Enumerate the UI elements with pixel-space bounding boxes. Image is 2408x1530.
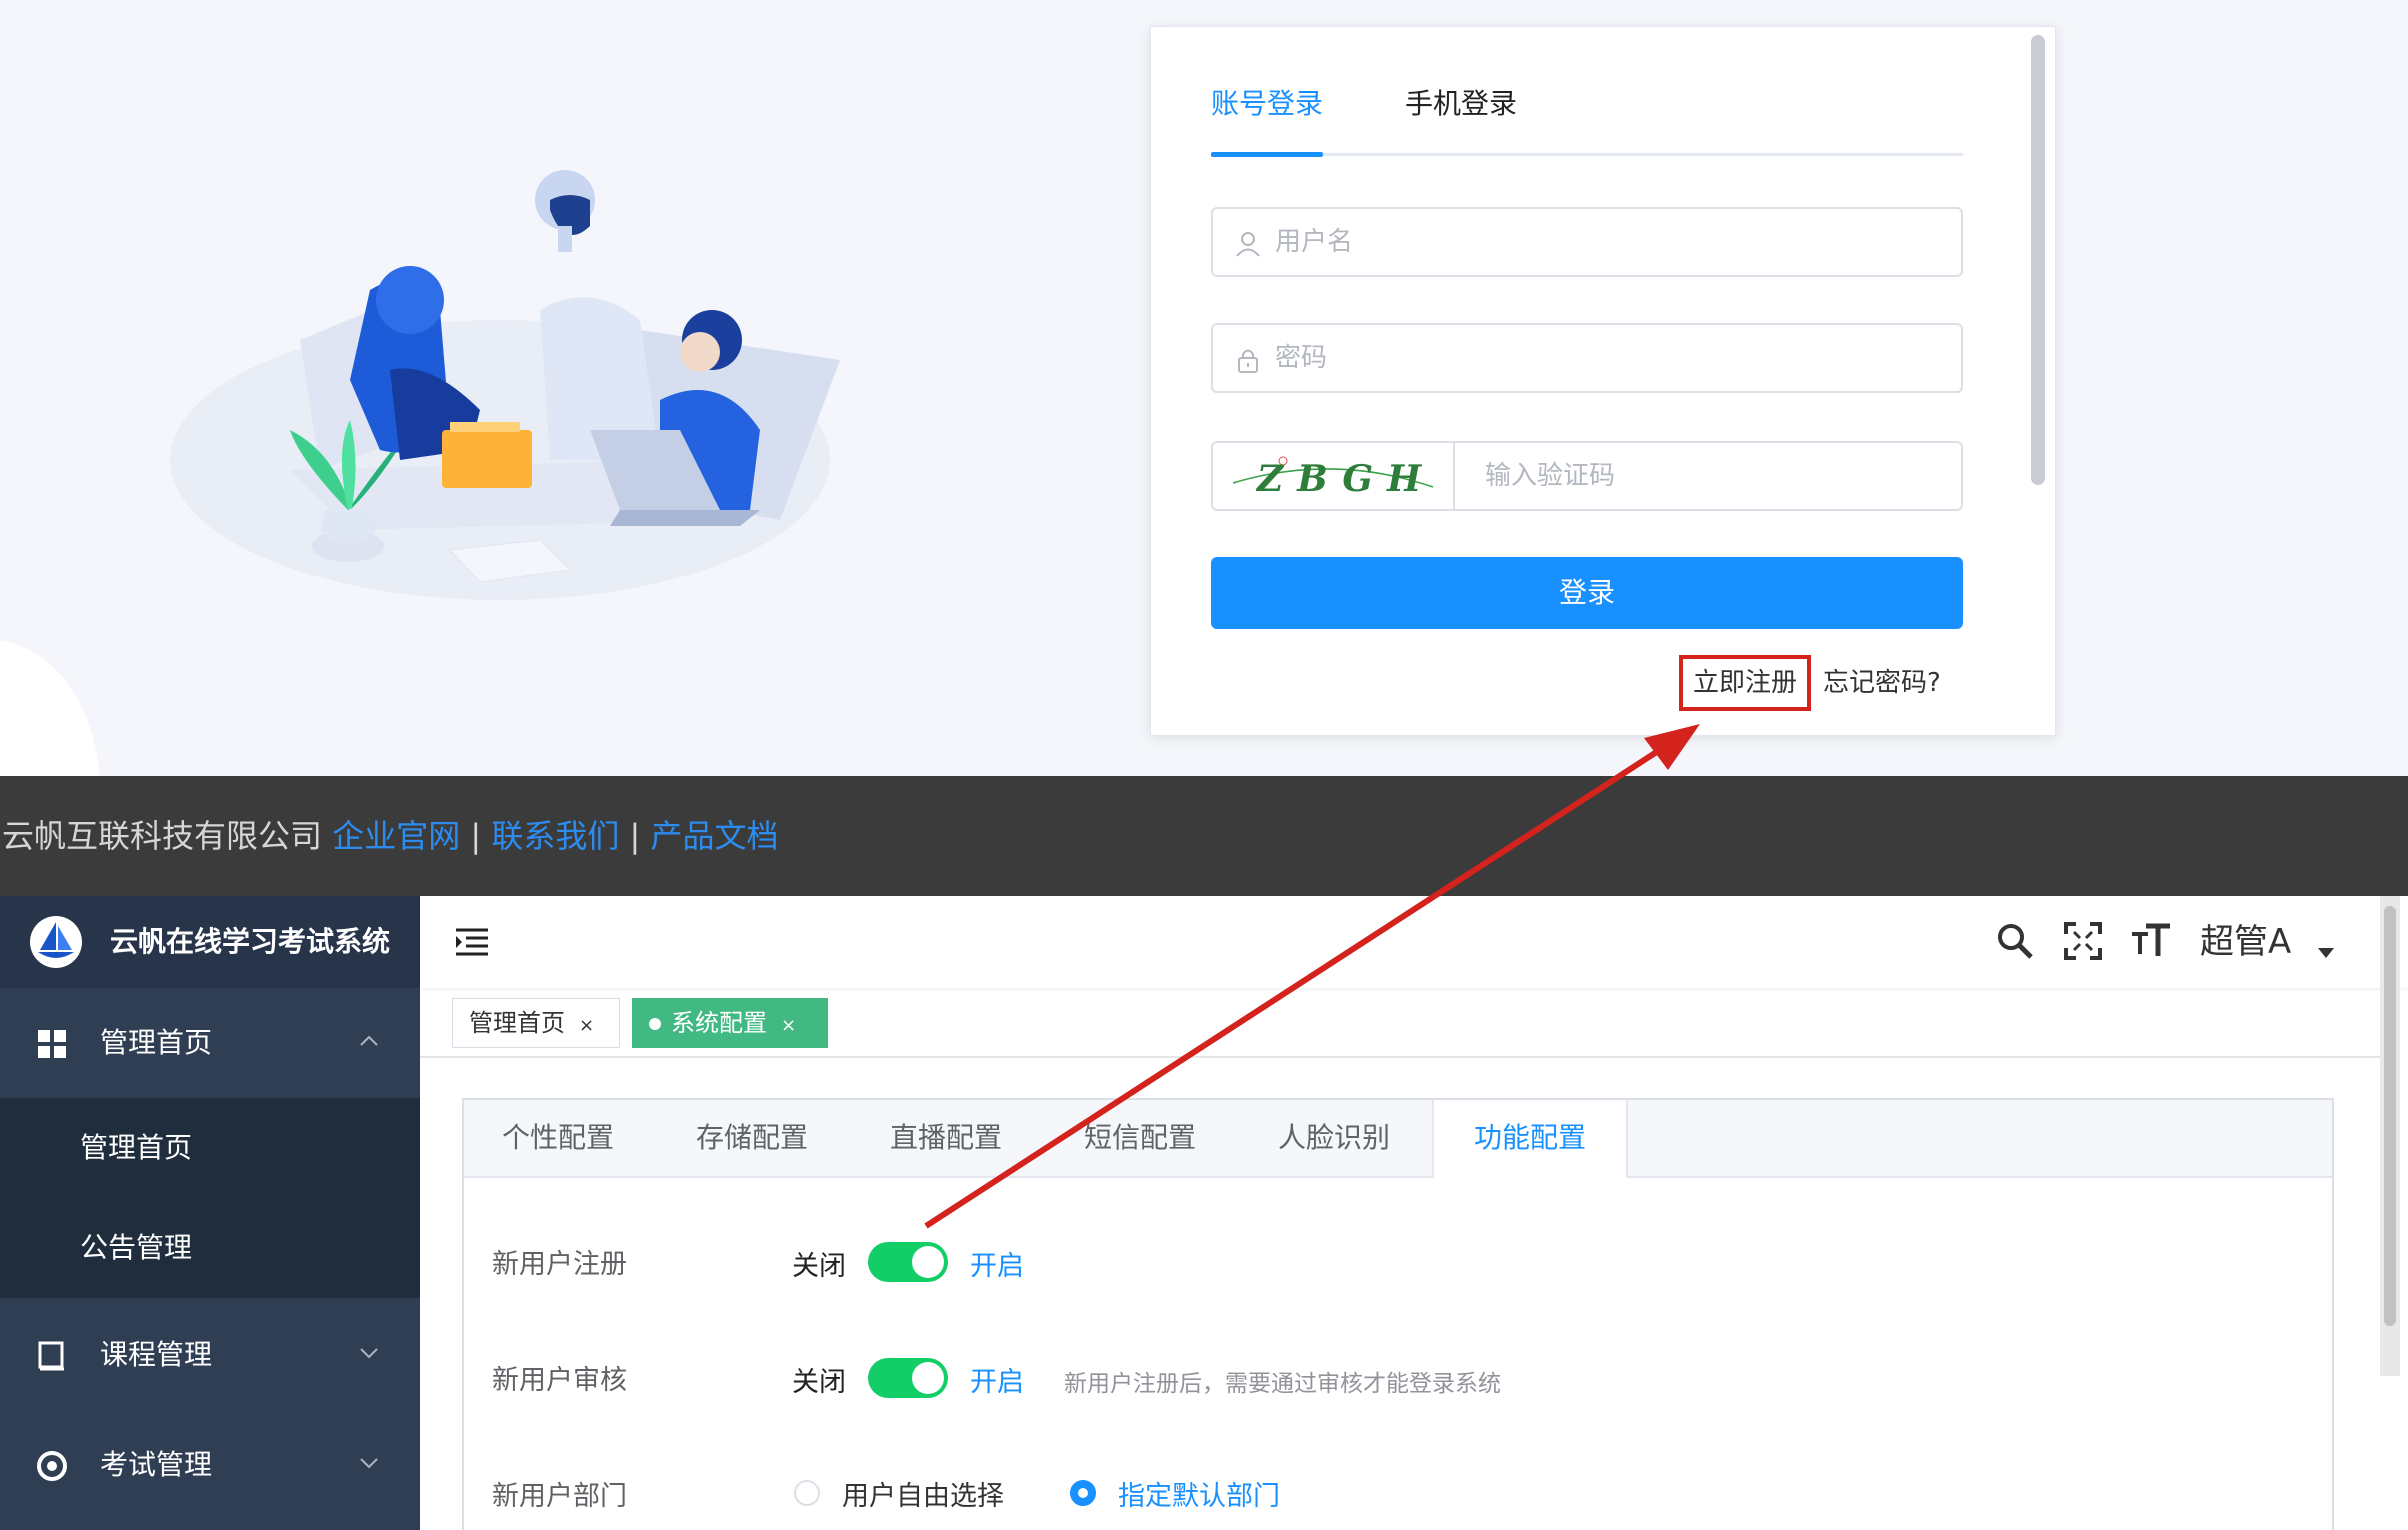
sidebar-item-notices[interactable]: 公告管理 bbox=[0, 1198, 420, 1298]
tab-live[interactable]: 直播配置 bbox=[890, 1100, 1002, 1176]
login-card-scrollbar[interactable] bbox=[2031, 35, 2045, 485]
sidebar-item-label: 管理首页 bbox=[80, 1131, 193, 1164]
sidebar-group-label: 管理首页 bbox=[100, 1026, 213, 1059]
tab-face-recognition[interactable]: 人脸识别 bbox=[1278, 1100, 1390, 1176]
sidebar-item-label: 公告管理 bbox=[80, 1231, 193, 1264]
username-placeholder: 用户名 bbox=[1275, 227, 1354, 257]
captcha-text: ZBGH bbox=[1255, 458, 1435, 500]
tag-home[interactable]: 管理首页 × bbox=[452, 998, 620, 1048]
radio-free-choice-label[interactable]: 用户自由选择 bbox=[842, 1474, 1004, 1513]
fullscreen-icon[interactable] bbox=[2062, 920, 2104, 962]
audit-on-label[interactable]: 开启 bbox=[970, 1360, 1024, 1399]
audit-off-label[interactable]: 关闭 bbox=[792, 1360, 846, 1399]
radio-default-dept[interactable] bbox=[1070, 1480, 1096, 1506]
brand-name: 云帆在线学习考试系统 bbox=[110, 925, 391, 958]
sidebar-item-home[interactable]: 管理首页 bbox=[0, 1098, 420, 1198]
captcha-image[interactable]: ZBGH bbox=[1213, 443, 1455, 509]
close-icon[interactable]: × bbox=[781, 1015, 796, 1036]
login-button[interactable]: 登录 bbox=[1211, 557, 1963, 629]
top-bar bbox=[420, 896, 2408, 988]
dashboard-icon bbox=[38, 1030, 66, 1058]
sailboat-logo-icon bbox=[30, 916, 82, 968]
audit-toggle[interactable] bbox=[868, 1358, 948, 1398]
register-toggle[interactable] bbox=[868, 1242, 948, 1282]
register-link[interactable]: 立即注册 bbox=[1679, 655, 1811, 711]
tab-active-indicator bbox=[1211, 152, 1323, 157]
active-dot bbox=[649, 1018, 661, 1030]
radio-free-choice[interactable] bbox=[794, 1480, 820, 1506]
radio-default-dept-label[interactable]: 指定默认部门 bbox=[1118, 1474, 1280, 1513]
user-icon bbox=[1236, 232, 1260, 257]
lock-icon bbox=[1238, 349, 1258, 373]
chevron-up-icon bbox=[360, 1035, 378, 1046]
footer-link-docs[interactable]: 产品文档 bbox=[650, 817, 778, 855]
tag-label: 管理首页 bbox=[469, 1009, 565, 1037]
forgot-password-link[interactable]: 忘记密码? bbox=[1823, 655, 1941, 711]
user-menu[interactable]: 超管A bbox=[2200, 896, 2291, 988]
tab-storage[interactable]: 存储配置 bbox=[696, 1100, 808, 1176]
book-icon bbox=[38, 1341, 64, 1371]
register-off-label[interactable]: 关闭 bbox=[792, 1244, 846, 1283]
register-on-label[interactable]: 开启 bbox=[970, 1244, 1024, 1283]
tab-feature-config[interactable]: 功能配置 bbox=[1432, 1100, 1628, 1178]
font-size-icon[interactable] bbox=[2130, 920, 2172, 962]
login-card: 账号登录 手机登录 用户名 密码 ZBGH 输入验证码 登录 立即注册 忘记密码… bbox=[1150, 26, 2056, 736]
page-scrollbar[interactable] bbox=[2380, 896, 2400, 1376]
password-field[interactable]: 密码 bbox=[1211, 323, 1963, 393]
chevron-down-icon bbox=[360, 1458, 378, 1469]
sidebar-group-label: 课程管理 bbox=[100, 1338, 213, 1371]
audit-setting-label: 新用户审核 bbox=[492, 1365, 627, 1396]
tag-label: 系统配置 bbox=[671, 1009, 767, 1037]
tab-personalization[interactable]: 个性配置 bbox=[502, 1100, 614, 1176]
team-illustration bbox=[170, 170, 840, 600]
footer-bar: 京云帆互联科技有限公司 企业官网 | 联系我们 | 产品文档 bbox=[0, 776, 2408, 896]
tab-divider bbox=[1211, 153, 1963, 156]
captcha-placeholder: 输入验证码 bbox=[1485, 461, 1616, 491]
sidebar-group-courses[interactable]: 课程管理 bbox=[0, 1300, 420, 1410]
audit-hint: 新用户注册后，需要通过审核才能登录系统 bbox=[1064, 1371, 1501, 1397]
department-setting-label: 新用户部门 bbox=[492, 1481, 627, 1512]
caret-down-icon[interactable] bbox=[2318, 948, 2334, 958]
search-icon[interactable] bbox=[1994, 920, 2036, 962]
login-page-background: 账号登录 手机登录 用户名 密码 ZBGH 输入验证码 登录 立即注册 忘记密码… bbox=[0, 0, 2408, 776]
exam-icon bbox=[37, 1451, 67, 1481]
tab-account-login[interactable]: 账号登录 bbox=[1211, 79, 1323, 129]
footer-separator: | bbox=[629, 817, 641, 855]
captcha-field[interactable]: ZBGH 输入验证码 bbox=[1211, 441, 1963, 511]
register-setting-label: 新用户注册 bbox=[492, 1249, 627, 1280]
tag-system-config[interactable]: 系统配置 × bbox=[632, 998, 828, 1048]
username-field[interactable]: 用户名 bbox=[1211, 207, 1963, 277]
footer-link-contact[interactable]: 联系我们 bbox=[491, 817, 619, 855]
brand-header: 云帆在线学习考试系统 bbox=[0, 896, 420, 988]
footer-separator: | bbox=[470, 817, 482, 855]
sidebar-group-exams[interactable]: 考试管理 bbox=[0, 1410, 420, 1520]
footer-link-website[interactable]: 企业官网 bbox=[332, 817, 460, 855]
menu-toggle-icon[interactable] bbox=[454, 924, 490, 960]
tab-phone-login[interactable]: 手机登录 bbox=[1405, 79, 1517, 129]
chevron-down-icon bbox=[360, 1348, 378, 1359]
password-placeholder: 密码 bbox=[1275, 343, 1328, 373]
close-icon[interactable]: × bbox=[579, 1015, 594, 1036]
sidebar-group-home[interactable]: 管理首页 bbox=[0, 988, 420, 1098]
admin-screen: 云帆在线学习考试系统 管理首页 管理首页 公告管理 课程管理 考试管理 超管A … bbox=[0, 896, 2408, 1530]
tab-sms[interactable]: 短信配置 bbox=[1084, 1100, 1196, 1176]
sidebar-group-label: 考试管理 bbox=[100, 1448, 213, 1481]
footer-company: 京云帆互联科技有限公司 bbox=[0, 817, 323, 855]
